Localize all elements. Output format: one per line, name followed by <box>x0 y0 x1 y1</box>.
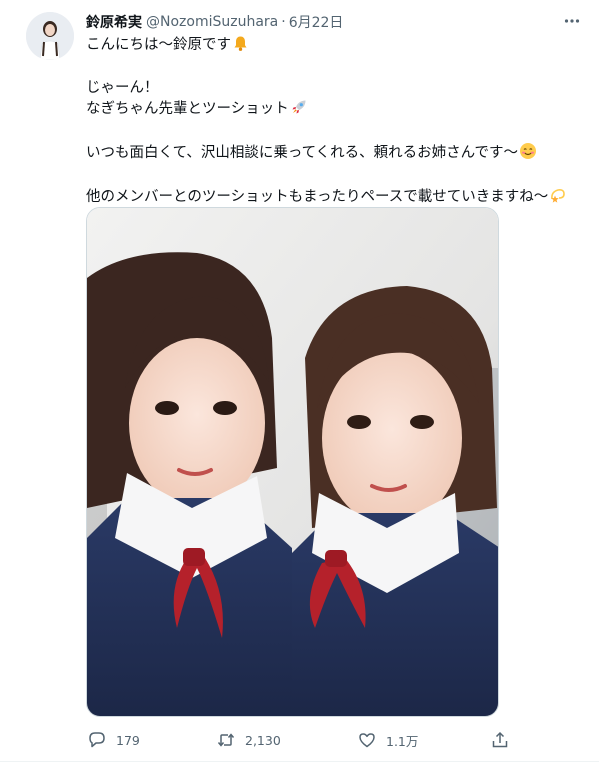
share-button[interactable] <box>489 729 511 751</box>
dizzy-star-icon <box>549 186 567 210</box>
tweet-actions: 179 2,130 1.1万 <box>86 727 516 753</box>
retweet-count: 2,130 <box>245 732 281 748</box>
tweet-photo[interactable] <box>86 207 499 717</box>
reply-button[interactable]: 179 <box>86 729 140 751</box>
heart-icon <box>356 729 378 751</box>
reply-icon <box>86 729 108 751</box>
share-icon <box>489 729 511 751</box>
separator-dot: · <box>281 14 286 30</box>
bell-icon <box>232 35 249 58</box>
more-options-icon[interactable] <box>561 10 583 32</box>
tweet-line-1: こんにちは〜鈴原です <box>86 35 586 58</box>
retweet-button[interactable]: 2,130 <box>215 729 281 751</box>
tweet-header: 鈴原希実 @NozomiSuzuhara · 6月22日 <box>86 11 579 33</box>
user-handle[interactable]: @NozomiSuzuhara <box>146 14 278 30</box>
tweet-line-3: なぎちゃん先輩とツーショット <box>86 98 586 122</box>
like-count: 1.1万 <box>386 733 419 749</box>
tweet-text: こんにちは〜鈴原です じゃーん！ なぎちゃん先輩とツーショット いつも面白くて、… <box>86 35 586 210</box>
display-name[interactable]: 鈴原希実 <box>86 12 142 32</box>
tweet-line-2: じゃーん！ <box>86 80 159 96</box>
avatar[interactable] <box>26 12 74 60</box>
like-button[interactable]: 1.1万 <box>356 729 418 751</box>
tweet-date[interactable]: 6月22日 <box>289 12 344 32</box>
tweet-line-4: いつも面白くて、沢山相談に乗ってくれる、頼れるお姉さんです〜 <box>86 142 586 166</box>
rocket-icon <box>290 98 308 122</box>
reply-count: 179 <box>116 732 140 748</box>
retweet-icon <box>215 729 237 751</box>
tweet[interactable]: 鈴原希実 @NozomiSuzuhara · 6月22日 こんにちは〜鈴原です … <box>0 0 599 762</box>
smiling-face-icon <box>519 142 537 166</box>
